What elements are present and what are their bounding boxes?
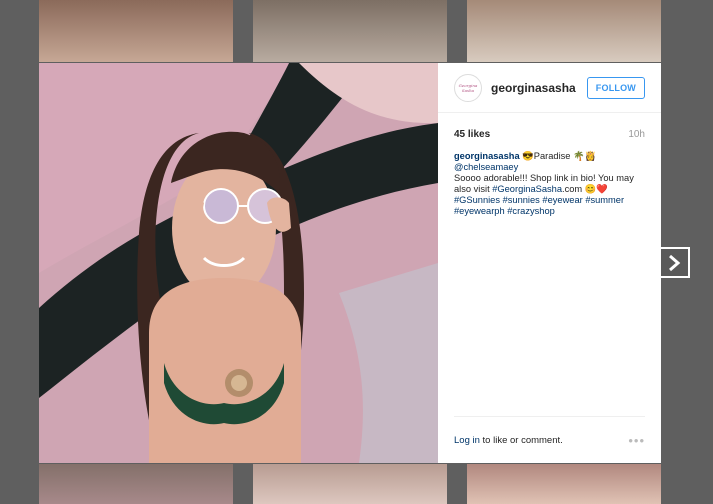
post-footer: Log in to like or comment. ••• [454, 416, 645, 463]
grid-thumbnail[interactable] [39, 464, 233, 504]
post-caption: georginasasha 😎Paradise 🌴👸 @chelseamaey … [454, 151, 647, 217]
hashtag-link[interactable]: #GeorginaSasha [492, 184, 562, 194]
hashtag-link[interactable]: #sunnies [503, 195, 540, 205]
grid-thumbnail[interactable] [467, 0, 661, 62]
login-link[interactable]: Log in [454, 435, 480, 446]
login-prompt: Log in to like or comment. [454, 435, 563, 446]
hashtag-link[interactable]: #eyewear [542, 195, 582, 205]
avatar-text: Georgina Sasha [458, 82, 478, 93]
grid-thumbnail[interactable] [253, 0, 447, 62]
next-post-button[interactable] [659, 247, 690, 278]
hashtag-link[interactable]: #crazyshop [507, 206, 555, 216]
caption-line: 😎Paradise 🌴👸 [519, 151, 597, 161]
hashtag-link[interactable]: #summer [585, 195, 624, 205]
mention-link[interactable]: @chelseamaey [454, 162, 518, 172]
caption-text-2: .com 😊❤️ [562, 184, 608, 194]
more-options-icon[interactable]: ••• [628, 433, 645, 448]
post-header: Georgina Sasha georginasasha FOLLOW [438, 63, 661, 113]
follow-button[interactable]: FOLLOW [586, 76, 645, 99]
chevron-right-icon [668, 254, 680, 271]
hashtag-link[interactable]: #eyewearph [454, 206, 505, 216]
avatar[interactable]: Georgina Sasha [454, 73, 482, 102]
hashtag-link[interactable]: #GSunnies [454, 195, 500, 205]
post-meta: 45 likes 10h [454, 129, 645, 140]
post-timestamp[interactable]: 10h [628, 129, 645, 140]
post-info-panel: Georgina Sasha georginasasha FOLLOW 45 l… [438, 63, 661, 463]
post-photo [39, 63, 438, 463]
username-link[interactable]: georginasasha [491, 81, 587, 95]
grid-thumbnail[interactable] [253, 464, 447, 504]
caption-username-link[interactable]: georginasasha [454, 151, 520, 161]
likes-count[interactable]: 45 likes [454, 129, 490, 140]
login-prompt-text: to like or comment. [479, 434, 563, 446]
post-modal: Georgina Sasha georginasasha FOLLOW 45 l… [39, 63, 661, 463]
grid-thumbnail[interactable] [467, 464, 661, 504]
grid-thumbnail[interactable] [39, 0, 233, 62]
